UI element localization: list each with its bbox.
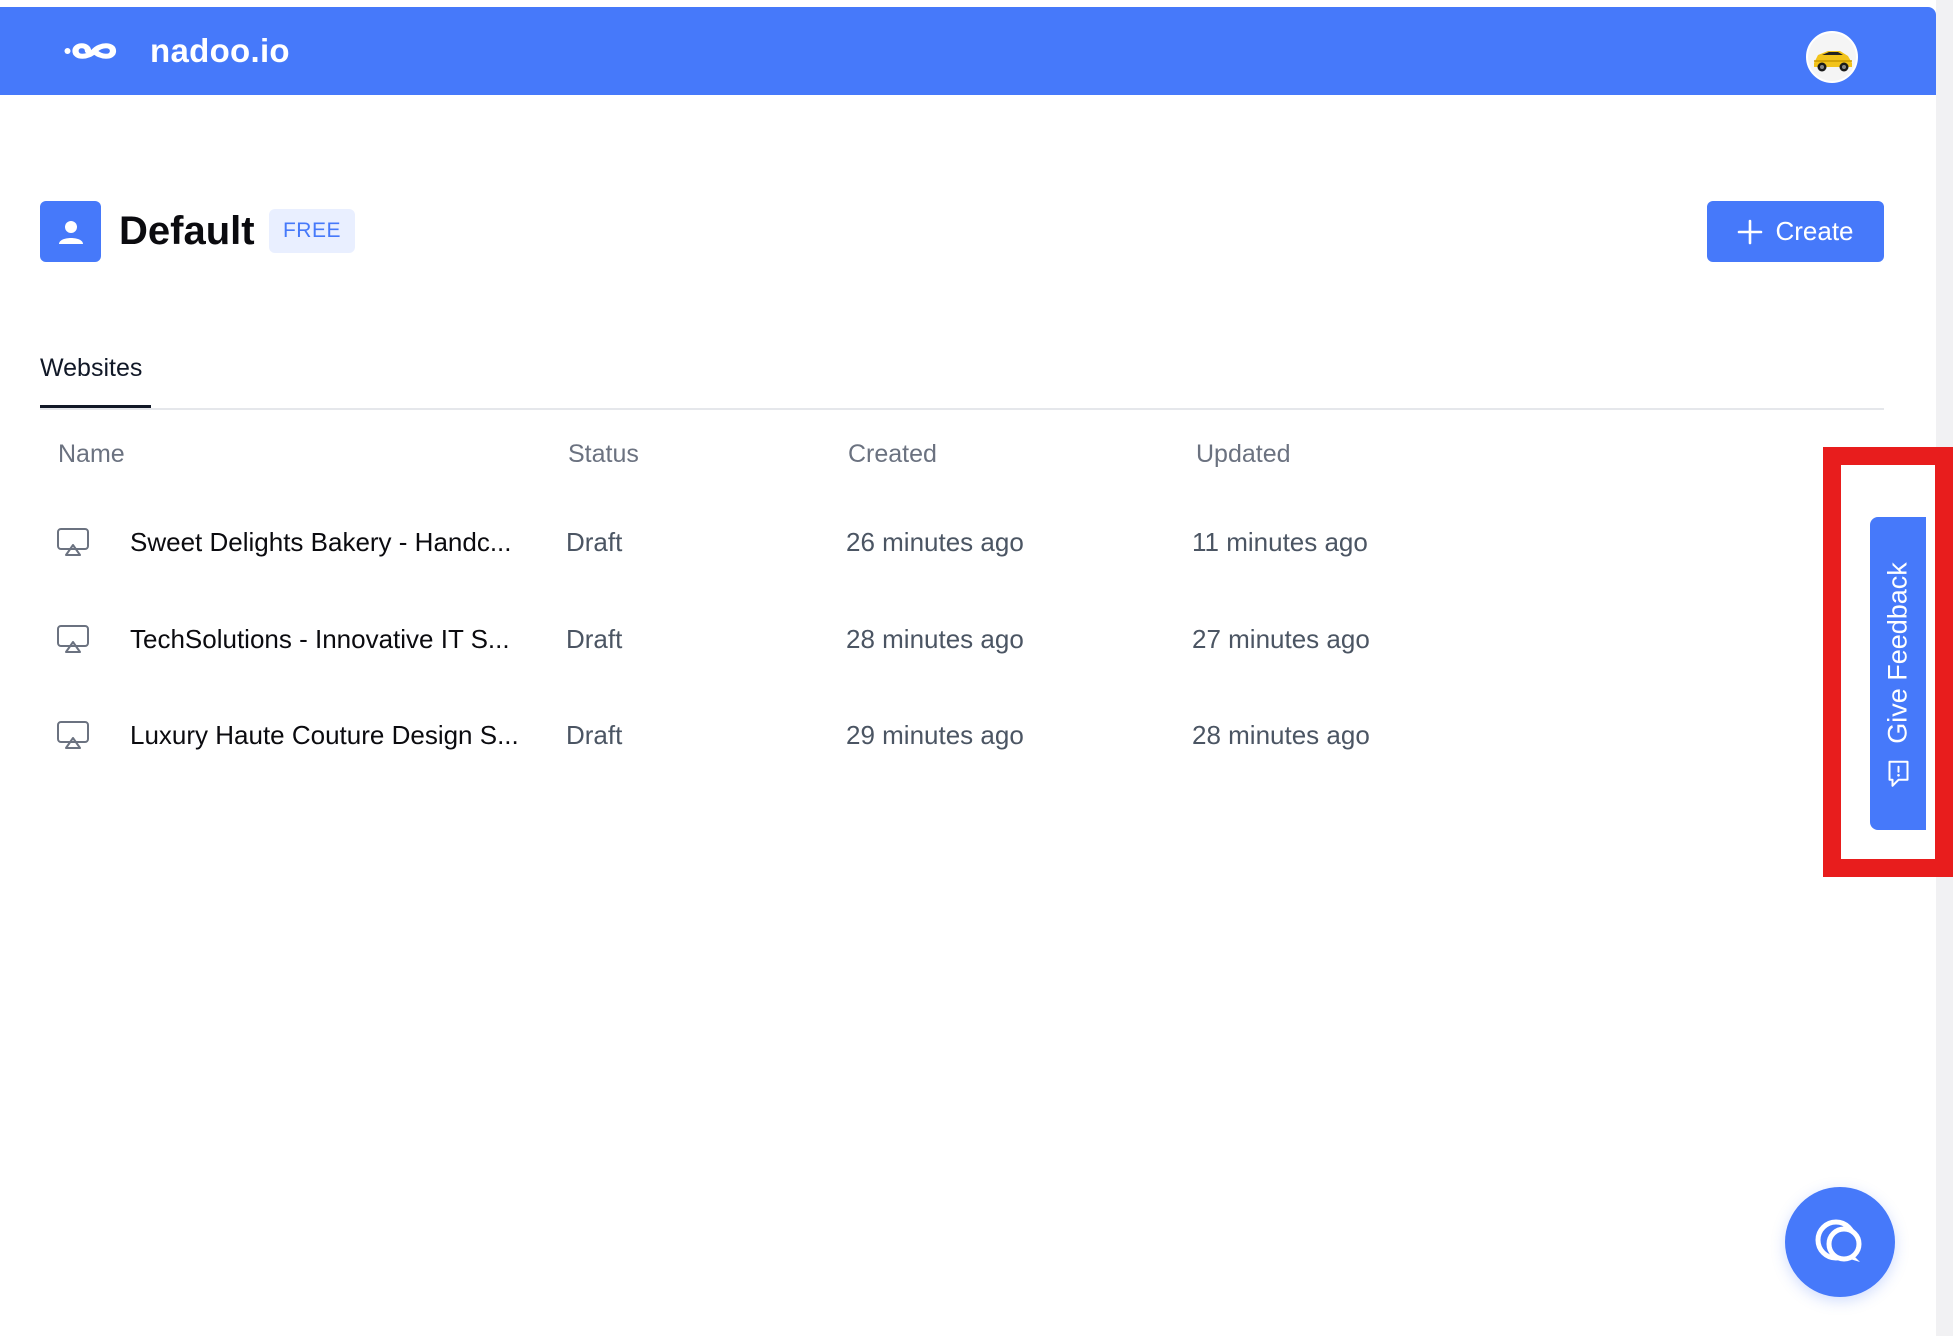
website-status: Draft	[566, 527, 623, 557]
website-preview-icon	[57, 721, 89, 749]
workspace-avatar	[40, 201, 101, 262]
website-updated: 27 minutes ago	[1192, 624, 1370, 654]
app-page: nadoo.io Default FREE Create Websites Na…	[0, 0, 1936, 1336]
website-name[interactable]: TechSolutions - Innovative IT S...	[130, 624, 510, 655]
plus-icon	[1737, 219, 1763, 245]
chat-bubble-icon	[1815, 1219, 1862, 1262]
give-feedback-content: Give Feedback	[1882, 561, 1914, 787]
top-navbar: nadoo.io	[0, 7, 1936, 95]
column-header-status[interactable]: Status	[568, 440, 639, 469]
table-row[interactable]: Sweet Delights Bakery - Handc... Draft 2…	[40, 513, 1840, 573]
chat-button[interactable]	[1785, 1187, 1895, 1297]
page-title: Default	[119, 209, 255, 253]
table-row[interactable]: Luxury Haute Couture Design S... Draft 2…	[40, 706, 1840, 766]
website-status: Draft	[566, 624, 623, 654]
user-icon	[58, 220, 83, 244]
website-created: 26 minutes ago	[846, 527, 1024, 557]
website-name[interactable]: Luxury Haute Couture Design S...	[130, 720, 519, 751]
tab-bar: Websites	[40, 350, 1884, 410]
avatar-image	[1808, 33, 1856, 81]
website-name[interactable]: Sweet Delights Bakery - Handc...	[130, 527, 512, 558]
website-updated: 28 minutes ago	[1192, 720, 1370, 750]
column-header-created[interactable]: Created	[848, 440, 937, 469]
give-feedback-button[interactable]: Give Feedback	[1870, 517, 1926, 830]
column-header-updated[interactable]: Updated	[1196, 440, 1291, 469]
brand-logo[interactable]: nadoo.io	[64, 31, 290, 71]
website-preview-icon	[57, 528, 89, 556]
website-status: Draft	[566, 720, 623, 750]
create-button-label: Create	[1775, 216, 1854, 246]
give-feedback-label: Give Feedback	[1882, 561, 1913, 744]
tab-websites[interactable]: Websites	[40, 350, 151, 408]
infinity-logo-icon	[64, 43, 117, 59]
create-button[interactable]: Create	[1707, 201, 1884, 262]
website-created: 28 minutes ago	[846, 624, 1024, 654]
feedback-icon	[1886, 759, 1910, 787]
website-created: 29 minutes ago	[846, 720, 1024, 750]
website-preview-icon	[57, 625, 89, 653]
column-header-name[interactable]: Name	[58, 440, 125, 469]
brand-name: nadoo.io	[150, 32, 290, 69]
website-updated: 11 minutes ago	[1192, 527, 1368, 557]
user-avatar[interactable]	[1806, 31, 1858, 83]
table-row[interactable]: TechSolutions - Innovative IT S... Draft…	[40, 610, 1840, 670]
plan-badge: FREE	[269, 209, 355, 253]
